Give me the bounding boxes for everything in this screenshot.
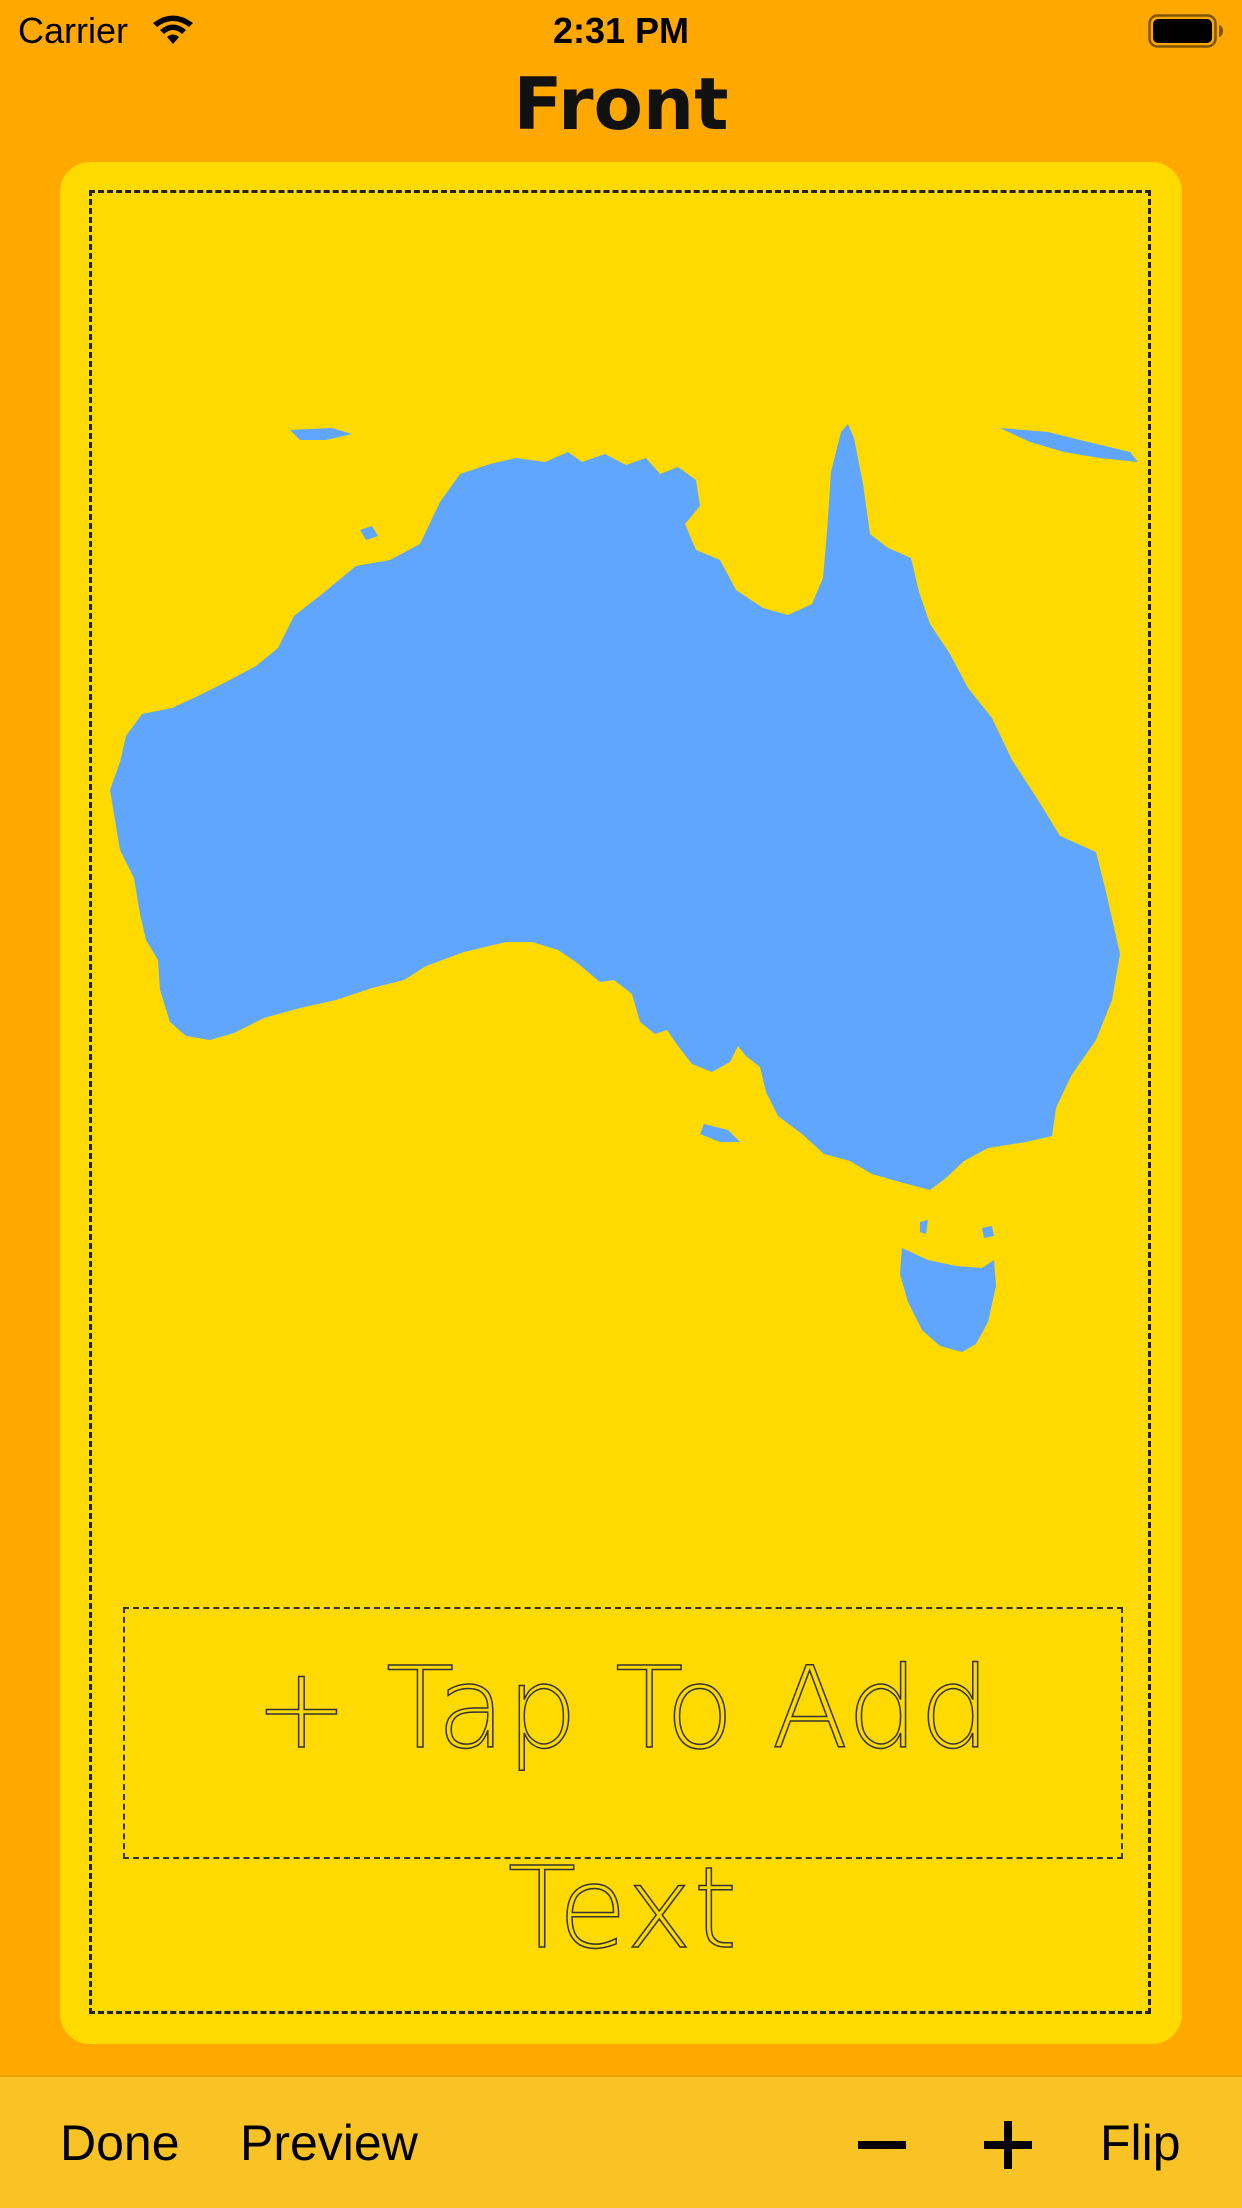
plus-icon[interactable] [984, 2121, 1032, 2169]
status-bar: Carrier 2:31 PM [0, 0, 1242, 62]
battery-icon [1148, 14, 1223, 48]
status-time: 2:31 PM [552, 10, 690, 51]
done-button[interactable]: Done [60, 2113, 180, 2173]
page-title: Front [513, 62, 729, 146]
add-text-box[interactable]: + Tap To Add Text [123, 1607, 1123, 1975]
flashcard-front[interactable]: + Tap To Add Text [60, 162, 1182, 2044]
minus-icon[interactable] [858, 2141, 906, 2149]
preview-button[interactable]: Preview [240, 2113, 418, 2173]
add-text-placeholder: + Tap To Add Text [254, 1643, 992, 1975]
bottom-toolbar: Done Preview Flip [0, 2075, 1242, 2208]
flip-button[interactable]: Flip [1100, 2113, 1181, 2173]
